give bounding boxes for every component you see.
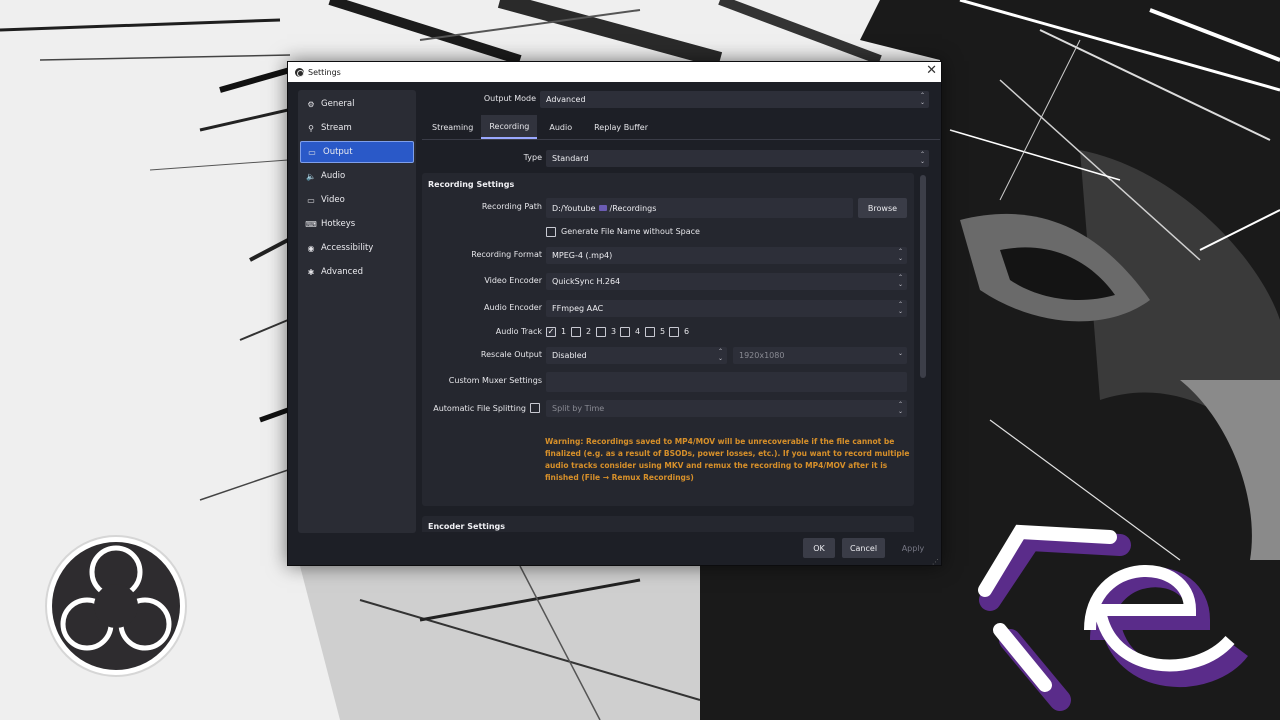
- audio-track-5-label: 5: [660, 327, 666, 336]
- spinner-arrows-icon: ⌃ ⌄: [897, 401, 903, 415]
- audio-track-2-checkbox[interactable]: [571, 327, 581, 337]
- speaker-icon: 🔈: [306, 171, 316, 181]
- rescale-resolution-select[interactable]: 1920x1080 ⌄: [733, 347, 907, 364]
- audio-track-1-checkbox[interactable]: ✓: [546, 327, 556, 337]
- rescale-output-label: Rescale Output: [480, 350, 542, 359]
- auto-split-checkbox[interactable]: [530, 403, 540, 413]
- audio-encoder-value: FFmpeg AAC: [552, 304, 604, 313]
- output-tabs: Streaming Recording Audio Replay Buffer: [424, 115, 658, 139]
- generate-filename-label: Generate File Name without Space: [561, 227, 700, 236]
- output-mode-select[interactable]: Advanced ⌃ ⌄: [540, 91, 929, 108]
- audio-track-4-label: 4: [635, 327, 641, 336]
- encoder-settings-title: Encoder Settings: [428, 522, 506, 531]
- sidebar-item-video[interactable]: ▭ Video: [300, 189, 414, 211]
- audio-track-6-checkbox[interactable]: [669, 327, 679, 337]
- type-value: Standard: [552, 154, 589, 163]
- gear-icon: ⚙: [307, 99, 315, 109]
- output-mode-label: Output Mode: [483, 94, 536, 103]
- type-select[interactable]: Standard ⌃ ⌄: [546, 150, 929, 167]
- folder-icon: [598, 205, 607, 211]
- custom-muxer-label: Custom Muxer Settings: [448, 376, 542, 385]
- vertical-scrollbar[interactable]: [920, 175, 926, 378]
- sidebar-item-general[interactable]: ⚙ General: [300, 93, 414, 115]
- sidebar-item-stream[interactable]: ⚲ Stream: [300, 117, 414, 139]
- audio-encoder-select[interactable]: FFmpeg AAC ⌃ ⌄: [546, 300, 907, 317]
- sidebar-item-label: Audio: [321, 171, 346, 181]
- audio-track-6-label: 6: [684, 327, 690, 336]
- generate-filename-checkbox[interactable]: [546, 227, 556, 237]
- antenna-icon: ⚲: [308, 123, 314, 133]
- audio-track-4-checkbox[interactable]: [620, 327, 630, 337]
- tab-divider: [422, 139, 940, 140]
- recording-path-input[interactable]: D:/Youtube /Recordings: [546, 198, 853, 218]
- rescale-output-select[interactable]: Disabled ⌃ ⌄: [546, 347, 727, 364]
- video-encoder-label: Video Encoder: [484, 276, 542, 285]
- resize-grip-icon[interactable]: ⋰: [932, 558, 939, 566]
- sidebar-item-label: General: [321, 99, 355, 109]
- sidebar-item-label: Advanced: [321, 267, 363, 277]
- path-segment: D:/Youtube: [552, 203, 596, 213]
- spinner-arrows-icon: ⌃ ⌄: [897, 301, 903, 315]
- custom-muxer-input[interactable]: [546, 372, 907, 392]
- audio-track-1-label: 1: [561, 327, 567, 336]
- audio-track-2-label: 2: [586, 327, 592, 336]
- spinner-arrows-icon: ⌃ ⌄: [919, 151, 925, 165]
- keyboard-icon: ⌨: [305, 219, 317, 229]
- recording-format-select[interactable]: MPEG-4 (.mp4) ⌃ ⌄: [546, 247, 907, 264]
- window-title: Settings: [308, 67, 341, 77]
- title-bar[interactable]: Settings ✕: [288, 62, 941, 82]
- sidebar-item-label: Accessibility: [321, 243, 374, 253]
- chevron-down-icon: ⌄: [897, 350, 903, 357]
- recording-format-value: MPEG-4 (.mp4): [552, 251, 613, 260]
- cancel-button[interactable]: Cancel: [842, 538, 885, 558]
- tab-replay-buffer[interactable]: Replay Buffer: [584, 115, 658, 139]
- spinner-arrows-icon: ⌃ ⌄: [919, 92, 925, 106]
- settings-sidebar: ⚙ General ⚲ Stream ▭ Output 🔈 Audio ▭ Vi…: [298, 90, 416, 533]
- recording-path-label: Recording Path: [481, 202, 542, 211]
- auto-split-label: Automatic File Splitting: [433, 404, 526, 413]
- rescale-resolution-value: 1920x1080: [739, 351, 785, 360]
- tab-audio[interactable]: Audio: [537, 115, 584, 139]
- sidebar-item-label: Output: [323, 147, 353, 157]
- video-encoder-select[interactable]: QuickSync H.264 ⌃ ⌄: [546, 273, 907, 290]
- output-mode-value: Advanced: [546, 95, 586, 104]
- spinner-arrows-icon: ⌃ ⌄: [897, 274, 903, 288]
- sidebar-item-output[interactable]: ▭ Output: [300, 141, 414, 163]
- recording-format-label: Recording Format: [471, 250, 542, 259]
- mp4-warning-text: Warning: Recordings saved to MP4/MOV wil…: [545, 437, 910, 482]
- spinner-arrows-icon: ⌃ ⌄: [717, 348, 723, 362]
- audio-track-3-checkbox[interactable]: [596, 327, 606, 337]
- sidebar-item-audio[interactable]: 🔈 Audio: [300, 165, 414, 187]
- recording-settings-title: Recording Settings: [428, 180, 515, 189]
- audio-track-5-checkbox[interactable]: [645, 327, 655, 337]
- sidebar-item-label: Hotkeys: [321, 219, 356, 229]
- obs-app-icon: [295, 67, 304, 77]
- output-icon: ▭: [308, 147, 316, 157]
- close-icon[interactable]: ✕: [926, 63, 937, 78]
- audio-encoder-label: Audio Encoder: [484, 303, 542, 312]
- sidebar-item-accessibility[interactable]: ◉ Accessibility: [300, 237, 414, 259]
- apply-button[interactable]: Apply: [893, 538, 933, 558]
- accessibility-icon: ◉: [307, 243, 315, 253]
- sidebar-item-label: Stream: [321, 123, 352, 133]
- tab-recording[interactable]: Recording: [481, 115, 538, 139]
- rescale-output-value: Disabled: [552, 351, 587, 360]
- sidebar-item-label: Video: [321, 195, 345, 205]
- wrench-icon: ✱: [307, 267, 315, 277]
- sidebar-item-advanced[interactable]: ✱ Advanced: [300, 261, 414, 283]
- path-segment: /Recordings: [609, 203, 657, 213]
- audio-track-3-label: 3: [611, 327, 617, 336]
- browse-button[interactable]: Browse: [858, 198, 907, 218]
- monitor-icon: ▭: [307, 195, 315, 205]
- sidebar-item-hotkeys[interactable]: ⌨ Hotkeys: [300, 213, 414, 235]
- video-encoder-value: QuickSync H.264: [552, 277, 621, 286]
- ok-button[interactable]: OK: [803, 538, 835, 558]
- split-mode-select[interactable]: Split by Time ⌃ ⌄: [546, 400, 907, 417]
- audio-track-label: Audio Track: [495, 327, 542, 336]
- split-mode-value: Split by Time: [552, 404, 605, 413]
- tab-streaming[interactable]: Streaming: [424, 115, 481, 139]
- type-label: Type: [523, 153, 542, 162]
- spinner-arrows-icon: ⌃ ⌄: [897, 248, 903, 262]
